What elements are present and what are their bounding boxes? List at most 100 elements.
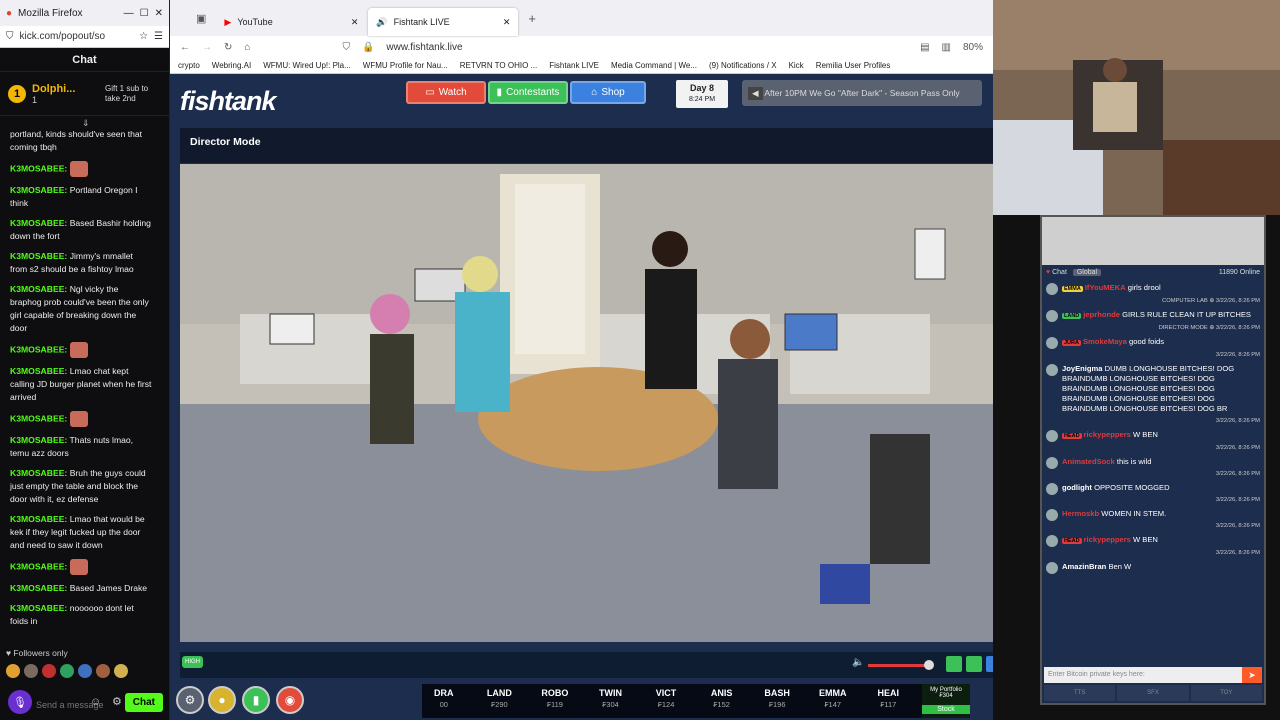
toy-button[interactable]: TOY	[1190, 685, 1262, 701]
tab-youtube[interactable]: ▶ YouTube ✕	[216, 8, 366, 36]
chat-username[interactable]: AmazinBran	[1062, 562, 1106, 571]
new-tab-icon[interactable]: +	[528, 11, 536, 26]
ticker-item[interactable]: ROBO ₣119	[533, 684, 577, 718]
settings-icon[interactable]: ⚙	[176, 686, 204, 714]
chat-username[interactable]: K3MOSABEE:	[10, 344, 67, 354]
chat-username[interactable]: rickypeppers	[1084, 430, 1131, 439]
send-icon[interactable]: ➤	[1242, 667, 1262, 683]
bookmark-item[interactable]: RETVRN TO OHIO ...	[460, 61, 538, 70]
ticker-item[interactable]: TWIN ₣304	[589, 684, 633, 718]
ticker-item[interactable]: HEAI ₣117	[867, 684, 911, 718]
chat-send-button[interactable]: Chat	[124, 693, 163, 712]
quality-button[interactable]: HIGH	[182, 656, 203, 668]
maximize-icon[interactable]: ☐	[140, 8, 149, 19]
tab-list-icon[interactable]: ▣	[196, 12, 206, 25]
contestants-button[interactable]: ▮ Contestants	[488, 81, 568, 104]
bookmark-item[interactable]: WFMU Profile for Nau...	[363, 61, 448, 70]
items-icon[interactable]: ▮	[242, 686, 270, 714]
kick-url-bar[interactable]: ⛉ kick.com/popout/so ☆ ☰	[0, 26, 169, 48]
ticker-item[interactable]: LAND ₣290	[478, 684, 522, 718]
ticker-item[interactable]: ANIS ₣152	[700, 684, 744, 718]
sfx-button[interactable]: SFX	[1117, 685, 1189, 701]
user-avatar[interactable]	[1046, 457, 1058, 469]
bookmark-item[interactable]: (9) Notifications / X	[709, 61, 777, 70]
volume-slider[interactable]	[868, 664, 928, 667]
chat-username[interactable]: K3MOSABEE:	[10, 284, 67, 294]
user-avatar[interactable]	[1046, 337, 1058, 349]
chat-username[interactable]: K3MOSABEE:	[10, 603, 67, 613]
user-avatar[interactable]	[1046, 310, 1058, 322]
ticker-item[interactable]: DRA 00	[422, 684, 466, 718]
chat-username[interactable]: K3MOSABEE:	[10, 163, 67, 173]
tab-close-icon[interactable]: ✕	[351, 17, 359, 28]
chat-username[interactable]: K3MOSABEE:	[10, 468, 67, 478]
chat-tab[interactable]: Chat	[1052, 269, 1067, 276]
chat-username[interactable]: K3MOSABEE:	[10, 251, 67, 261]
volume-icon[interactable]: 🔈	[852, 657, 864, 668]
shop-button[interactable]: ⌂ Shop	[570, 81, 646, 104]
bookmark-item[interactable]: WFMU: Wired Up!: Pla...	[263, 61, 351, 70]
close-icon[interactable]: ✕	[155, 8, 163, 19]
screenshot-icon[interactable]: ▤	[920, 42, 929, 53]
minimize-icon[interactable]: —	[124, 8, 134, 19]
mic-icon[interactable]: 🎙	[8, 690, 32, 714]
volume-handle[interactable]	[924, 660, 934, 670]
chat-username[interactable]: K3MOSABEE:	[10, 218, 67, 228]
ticker-item[interactable]: VICT ₣124	[644, 684, 688, 718]
reader-icon[interactable]: ▥	[942, 42, 951, 53]
bookmark-star-icon[interactable]: ☆	[139, 31, 148, 42]
tts-button[interactable]: TTS	[1044, 685, 1116, 701]
stock-ticker[interactable]: DRA 00 LAND ₣290 ROBO ₣119 TWIN ₣304 VICT ₣124 ANI…	[422, 684, 922, 718]
bookmark-item[interactable]: Fishtank LIVE	[549, 61, 599, 70]
tab-fishtank[interactable]: 🔊 Fishtank LIVE ✕	[368, 8, 519, 36]
bookmark-item[interactable]: Webring.AI	[212, 61, 251, 70]
chat-username[interactable]: rickypeppers	[1084, 535, 1131, 544]
gift-sub-text[interactable]: Gift 1 sub to take 2nd	[105, 84, 161, 104]
back-icon[interactable]: ←	[180, 42, 190, 53]
global-tab[interactable]: Global	[1072, 268, 1102, 276]
chat-username[interactable]: K3MOSABEE:	[10, 435, 67, 445]
chat-username[interactable]: K3MOSABEE:	[10, 413, 67, 423]
bookmark-item[interactable]: crypto	[178, 61, 200, 70]
actions-icon[interactable]: ◉	[276, 686, 304, 714]
user-avatar[interactable]	[1046, 283, 1058, 295]
clip-icon[interactable]	[946, 656, 962, 672]
user-avatar[interactable]	[1046, 562, 1058, 574]
address-bar[interactable]: www.fishtank.live	[386, 42, 462, 53]
user-avatar[interactable]	[1046, 509, 1058, 521]
home-icon[interactable]: ⌂	[244, 42, 250, 53]
emote-icon[interactable]: ☺	[90, 696, 101, 708]
user-avatar[interactable]	[1046, 430, 1058, 442]
chat-username[interactable]: Hermoskb	[1062, 509, 1099, 518]
chat-input[interactable]: Enter Bitcoin private keys here:	[1044, 667, 1262, 683]
chat-username[interactable]: K3MOSABEE:	[10, 561, 67, 571]
fishtank-logo[interactable]: fishtank	[180, 86, 277, 117]
chat-username[interactable]: K3MOSABEE:	[10, 185, 67, 195]
portfolio-widget[interactable]: My Portfolio ₣304 Stock	[922, 684, 970, 718]
chat-username[interactable]: jeprhonde	[1083, 310, 1120, 319]
zoom-level[interactable]: 80%	[963, 42, 983, 53]
reload-icon[interactable]: ↻	[224, 42, 232, 53]
menu-icon[interactable]: ☰	[154, 31, 163, 42]
ticker-item[interactable]: EMMA ₣147	[811, 684, 855, 718]
coins-icon[interactable]: ●	[208, 686, 236, 714]
tab-close-icon[interactable]: ✕	[503, 17, 511, 28]
user-avatar[interactable]	[1046, 483, 1058, 495]
pip-icon[interactable]	[966, 656, 982, 672]
user-avatar[interactable]	[1046, 535, 1058, 547]
chat-username[interactable]: K3MOSABEE:	[10, 366, 67, 376]
stock-button[interactable]: Stock	[922, 705, 970, 714]
live-video-feed[interactable]	[180, 164, 1028, 642]
chat-username[interactable]: AnimatedSock	[1062, 457, 1115, 466]
chat-username[interactable]: JoyEnigma	[1062, 364, 1103, 373]
pinned-gifter[interactable]: 1 Dolphi... 1 Gift 1 sub to take 2nd	[0, 72, 169, 116]
chat-username[interactable]: K3MOSABEE:	[10, 514, 67, 524]
chat-username[interactable]: SmokeMaya	[1083, 337, 1127, 346]
settings-icon[interactable]: ⚙	[112, 695, 122, 708]
bookmark-item[interactable]: Remilia User Profiles	[816, 61, 891, 70]
chat-username[interactable]: K3MOSABEE:	[10, 583, 67, 593]
forward-icon[interactable]: →	[202, 42, 212, 53]
arrow-left-icon[interactable]: ◀	[748, 86, 763, 100]
bookmark-item[interactable]: Kick	[789, 61, 804, 70]
watch-button[interactable]: ▭ Watch	[406, 81, 486, 104]
